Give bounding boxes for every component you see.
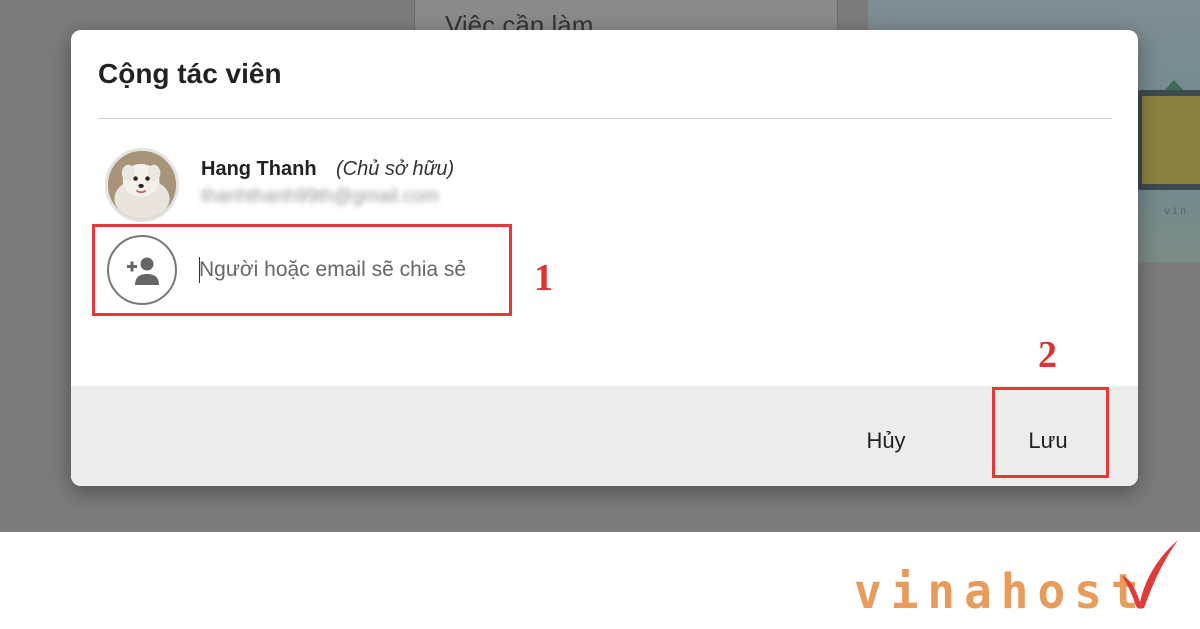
title-divider <box>98 118 1112 119</box>
cancel-button[interactable]: Hủy <box>841 421 931 461</box>
thumbnail-brand-text: vin <box>1164 206 1189 217</box>
owner-role: (Chủ sở hữu) <box>336 158 455 180</box>
watermark-text: vinahost <box>854 562 1148 620</box>
dog-photo-avatar-icon <box>108 151 176 219</box>
step-number-2: 2 <box>1038 334 1057 376</box>
highlight-box-save <box>992 387 1109 478</box>
checkmark-logo-icon <box>1122 540 1178 609</box>
thumbnail-monitor-icon <box>1136 90 1200 190</box>
owner-email: thanhthanh99th@gmail.com <box>201 186 439 207</box>
step-number-1: 1 <box>534 257 553 299</box>
dialog-footer: Hủy Lưu <box>71 386 1138 486</box>
owner-name: Hang Thanh <box>201 158 317 180</box>
highlight-box-share-input <box>92 224 512 316</box>
dialog-title: Cộng tác viên <box>98 58 282 89</box>
owner-avatar <box>105 148 179 222</box>
vinahost-watermark: vinahost <box>850 534 1190 624</box>
screenshot-stage: Việc cần làm vin Cộng tác viên Hang Than… <box>0 0 1200 629</box>
